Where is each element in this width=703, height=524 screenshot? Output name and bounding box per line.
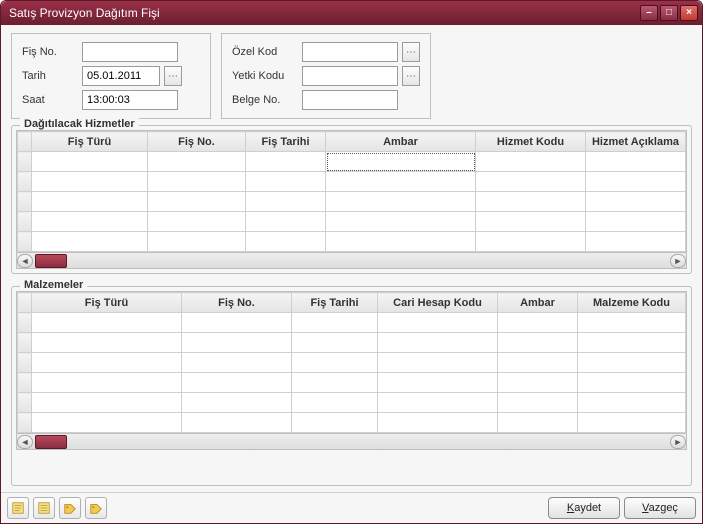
window-title: Satış Provizyon Dağıtım Fişi [9, 6, 640, 20]
kaydet-button[interactable]: Kaydet [548, 497, 620, 519]
hizmetler-col-1[interactable]: Fiş No. [148, 132, 246, 152]
hizmetler-col-4[interactable]: Hizmet Kodu [476, 132, 586, 152]
scroll-left-icon[interactable]: ◄ [17, 435, 33, 449]
hizmetler-col-0[interactable]: Fiş Türü [32, 132, 148, 152]
scroll-track[interactable] [35, 254, 668, 268]
fis-no-label: Fiş No. [22, 46, 78, 58]
hizmetler-grid[interactable]: Fiş Türü Fiş No. Fiş Tarihi Ambar Hizmet… [16, 130, 687, 253]
scroll-thumb[interactable] [35, 254, 67, 268]
table-row[interactable] [18, 413, 686, 433]
hizmetler-title: Dağıtılacak Hizmetler [20, 118, 139, 130]
saat-label: Saat [22, 94, 78, 106]
malzemeler-hscroll[interactable]: ◄ ► [16, 434, 687, 450]
ozel-kod-label: Özel Kod [232, 46, 298, 58]
scroll-right-icon[interactable]: ► [670, 435, 686, 449]
table-row[interactable] [18, 373, 686, 393]
tarih-picker-button[interactable]: ⋯ [164, 66, 182, 86]
ozel-kod-input[interactable] [302, 42, 398, 62]
note-list-icon[interactable] [33, 497, 55, 519]
scroll-left-icon[interactable]: ◄ [17, 254, 33, 268]
row-header-blank [18, 132, 32, 152]
yetki-kodu-lookup-button[interactable]: ⋯ [402, 66, 420, 86]
belge-no-label: Belge No. [232, 94, 298, 106]
scroll-right-icon[interactable]: ► [670, 254, 686, 268]
malzemeler-col-1[interactable]: Fiş No. [182, 293, 292, 313]
maximize-button[interactable]: □ [660, 5, 678, 21]
tag-icon[interactable] [59, 497, 81, 519]
belge-no-input[interactable] [302, 90, 398, 110]
table-row[interactable] [18, 333, 686, 353]
malzemeler-header-row: Fiş Türü Fiş No. Fiş Tarihi Cari Hesap K… [18, 293, 686, 313]
hizmetler-col-5[interactable]: Hizmet Açıklama [586, 132, 686, 152]
content-area: Fiş No. Tarih ⋯ Saat Özel Kod ⋯ [1, 25, 702, 492]
header-forms: Fiş No. Tarih ⋯ Saat Özel Kod ⋯ [11, 33, 692, 119]
scroll-thumb[interactable] [35, 435, 67, 449]
table-row[interactable] [18, 172, 686, 192]
tarih-input[interactable] [82, 66, 160, 86]
malzemeler-col-2[interactable]: Fiş Tarihi [292, 293, 378, 313]
malzemeler-col-0[interactable]: Fiş Türü [32, 293, 182, 313]
yetki-kodu-label: Yetki Kodu [232, 70, 298, 82]
malzemeler-group: Malzemeler Fiş Türü Fiş No. Fiş Tarihi C… [11, 286, 692, 486]
bottom-toolbar: Kaydet Vazgeç [1, 492, 702, 523]
minimize-button[interactable]: – [640, 5, 658, 21]
table-row[interactable] [18, 353, 686, 373]
window-buttons: – □ × [640, 5, 698, 21]
window: Satış Provizyon Dağıtım Fişi – □ × Fiş N… [0, 0, 703, 524]
table-row[interactable] [18, 232, 686, 252]
saat-input[interactable] [82, 90, 178, 110]
table-row[interactable] [18, 393, 686, 413]
close-button[interactable]: × [680, 5, 698, 21]
table-row[interactable] [18, 313, 686, 333]
hizmetler-col-3[interactable]: Ambar [326, 132, 476, 152]
hizmetler-selected-cell[interactable] [326, 152, 476, 172]
hizmetler-group: Dağıtılacak Hizmetler Fiş Türü Fiş No. F… [11, 125, 692, 274]
form-left: Fiş No. Tarih ⋯ Saat [11, 33, 211, 119]
table-row[interactable] [18, 212, 686, 232]
malzemeler-col-5[interactable]: Malzeme Kodu [578, 293, 686, 313]
table-row[interactable] [18, 152, 686, 172]
hizmetler-hscroll[interactable]: ◄ ► [16, 253, 687, 269]
yetki-kodu-input[interactable] [302, 66, 398, 86]
malzemeler-col-4[interactable]: Ambar [498, 293, 578, 313]
ozel-kod-lookup-button[interactable]: ⋯ [402, 42, 420, 62]
row-header-blank [18, 293, 32, 313]
vazgec-button[interactable]: Vazgeç [624, 497, 696, 519]
hizmetler-col-2[interactable]: Fiş Tarihi [246, 132, 326, 152]
note-yellow-icon[interactable] [7, 497, 29, 519]
tag2-icon[interactable] [85, 497, 107, 519]
hizmetler-header-row: Fiş Türü Fiş No. Fiş Tarihi Ambar Hizmet… [18, 132, 686, 152]
fis-no-input[interactable] [82, 42, 178, 62]
malzemeler-col-3[interactable]: Cari Hesap Kodu [378, 293, 498, 313]
malzemeler-title: Malzemeler [20, 279, 87, 291]
form-right: Özel Kod ⋯ Yetki Kodu ⋯ Belge No. [221, 33, 431, 119]
titlebar: Satış Provizyon Dağıtım Fişi – □ × [1, 1, 702, 25]
malzemeler-grid[interactable]: Fiş Türü Fiş No. Fiş Tarihi Cari Hesap K… [16, 291, 687, 434]
tarih-label: Tarih [22, 70, 78, 82]
table-row[interactable] [18, 192, 686, 212]
scroll-track[interactable] [35, 435, 668, 449]
